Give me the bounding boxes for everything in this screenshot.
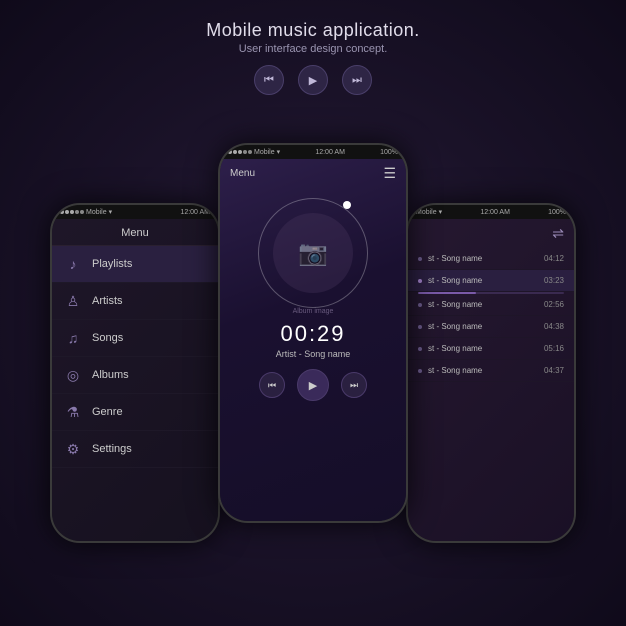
song-time: 03:23 [544,276,564,285]
shuffle-icon[interactable]: ⇌ [552,225,564,242]
page-subtitle: User interface design concept. [206,43,420,55]
artists-icon: ♙ [64,292,82,310]
menu-item-albums[interactable]: ◎ Albums [52,357,218,394]
song-name: st - Song name [428,276,482,285]
menu-label-genre: Genre [92,406,123,418]
battery-center: 100% [380,149,398,156]
item-dot [418,303,422,307]
menu-label-albums: Albums [92,369,129,381]
menu-item-genre[interactable]: ⚗ Genre [52,394,218,431]
album-circle: 📷 [258,198,368,308]
player-controls: ⏮ ▶ ⏭ [220,369,406,409]
wifi-icon-left: ▾ [109,208,113,216]
playlist-header: ⇌ [408,219,574,248]
menu-label-settings: Settings [92,443,132,455]
song-time: 04:37 [544,366,564,375]
album-art: 📷 [273,213,353,293]
player-menu-label: Menu [230,168,255,179]
rewind-button[interactable]: ⏮ [254,65,284,95]
playlist-item[interactable]: st - Song name 02:56 [408,294,574,316]
player-song: Artist - Song name [220,349,406,359]
player-time: 00:29 [220,321,406,347]
menu-label-artists: Artists [92,295,123,307]
song-time: 05:16 [544,344,564,353]
menu-item-playlists[interactable]: ♪ Playlists [52,246,218,283]
item-dot [418,347,422,351]
settings-icon: ⚙ [64,440,82,458]
phone-left-screen: Menu ♪ Playlists ♙ Artists ♫ Songs ◎ Alb… [52,219,218,541]
time-left: 12:00 AM [180,209,210,216]
menu-item-settings[interactable]: ⚙ Settings [52,431,218,468]
albums-icon: ◎ [64,366,82,384]
status-bar-left: Mobile ▾ 12:00 AM [52,205,218,219]
page-title: Mobile music application. [206,20,420,41]
camera-icon: 📷 [298,239,328,268]
genre-icon: ⚗ [64,403,82,421]
carrier-left: Mobile [86,209,107,216]
song-name: st - Song name [428,322,482,331]
time-right: 12:00 AM [480,209,510,216]
menu-item-songs[interactable]: ♫ Songs [52,320,218,357]
phone-right: Mobile ▾ 12:00 AM 100% ⇌ st - Song name … [406,203,576,543]
player-play-button[interactable]: ▶ [297,369,329,401]
status-bar-center: Mobile ▾ 12:00 AM 100% [220,145,406,159]
page-title-block: Mobile music application. User interface… [206,20,420,55]
song-name: st - Song name [428,300,482,309]
phone-left: Mobile ▾ 12:00 AM Menu ♪ Playlists ♙ Art… [50,203,220,543]
song-name: st - Song name [428,254,482,263]
song-time: 04:12 [544,254,564,263]
play-button[interactable]: ▶ [298,65,328,95]
item-dot [418,369,422,373]
item-dot [418,325,422,329]
menu-lines-icon: ☰ [383,165,396,182]
menu-label-songs: Songs [92,332,123,344]
time-center: 12:00 AM [315,149,345,156]
item-dot [418,257,422,261]
player-header: Menu ☰ [220,159,406,188]
playlist-item[interactable]: st - Song name 05:16 [408,338,574,360]
songs-icon: ♫ [64,329,82,347]
wifi-icon-right: ▾ [439,208,443,216]
menu-label-playlists: Playlists [92,258,132,270]
player-forward-button[interactable]: ⏭ [341,372,367,398]
playlist-item[interactable]: st - Song name 04:37 [408,360,574,382]
status-bar-right: Mobile ▾ 12:00 AM 100% [408,205,574,219]
progress-indicator [343,201,351,209]
player-rewind-button[interactable]: ⏮ [259,372,285,398]
item-dot [418,279,422,283]
menu-title: Menu [121,227,149,239]
playlist-item[interactable]: st - Song name 04:38 [408,316,574,338]
playlist-item[interactable]: st - Song name 04:12 [408,248,574,270]
forward-button[interactable]: ⏭ [342,65,372,95]
album-label: Album image [220,308,406,315]
album-art-container: 📷 Album image [220,188,406,313]
phones-container: Mobile ▾ 12:00 AM Menu ♪ Playlists ♙ Art… [0,113,626,543]
menu-item-artists[interactable]: ♙ Artists [52,283,218,320]
playlist-item[interactable]: st - Song name 03:23 [408,270,574,292]
wifi-icon-center: ▾ [277,148,281,156]
song-name: st - Song name [428,344,482,353]
carrier-right: Mobile [416,209,437,216]
transport-controls: ⏮ ▶ ⏭ [254,65,372,95]
phone-center-screen: Menu ☰ 📷 Album image 00:29 Artist - Song… [220,159,406,521]
playlists-icon: ♪ [64,255,82,273]
song-time: 04:38 [544,322,564,331]
song-time: 02:56 [544,300,564,309]
phone-center: Mobile ▾ 12:00 AM 100% Menu ☰ 📷 Album im… [218,143,408,523]
carrier-center: Mobile [254,149,275,156]
phone-right-screen: ⇌ st - Song name 04:12 st - Song name 03… [408,219,574,541]
song-name: st - Song name [428,366,482,375]
menu-header: Menu [52,219,218,246]
battery-right: 100% [548,209,566,216]
